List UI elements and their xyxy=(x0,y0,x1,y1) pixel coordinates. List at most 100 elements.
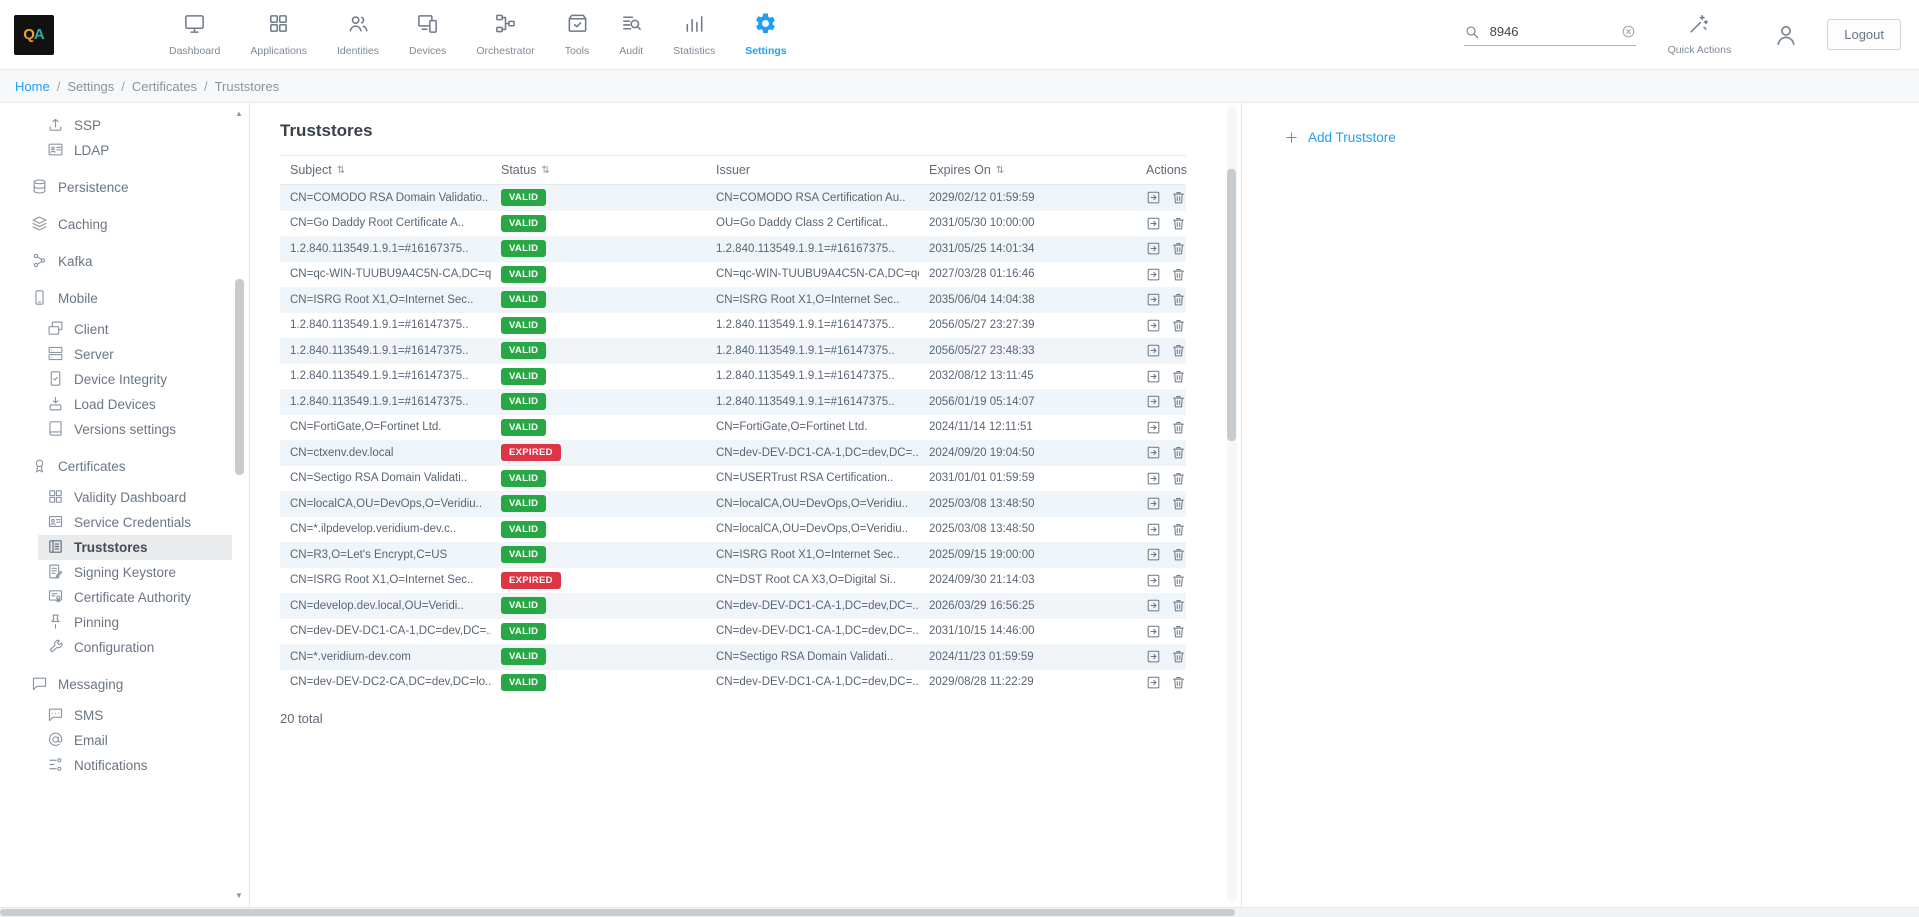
delete-truststore-icon[interactable] xyxy=(1171,624,1186,639)
sidebar-item-ssp[interactable]: SSP xyxy=(0,113,249,138)
view-truststore-icon[interactable] xyxy=(1146,496,1161,511)
sidebar-item-certificate-authority[interactable]: Certificate Authority xyxy=(0,585,249,610)
delete-truststore-icon[interactable] xyxy=(1171,241,1186,256)
delete-truststore-icon[interactable] xyxy=(1171,598,1186,613)
breadcrumb-item-certificates[interactable]: Certificates xyxy=(132,79,197,94)
top-nav-item-settings[interactable]: Settings xyxy=(730,0,801,70)
delete-truststore-icon[interactable] xyxy=(1171,394,1186,409)
delete-truststore-icon[interactable] xyxy=(1171,267,1186,282)
horizontal-scrollbar-thumb[interactable] xyxy=(0,909,1235,916)
view-truststore-icon[interactable] xyxy=(1146,471,1161,486)
view-truststore-icon[interactable] xyxy=(1146,624,1161,639)
sidebar-scroll-down-icon[interactable]: ▼ xyxy=(235,889,243,903)
column-header-actions[interactable]: Actions ⇅ xyxy=(1136,163,1187,177)
column-header-expires-on[interactable]: Expires On ⇅ xyxy=(919,163,1136,177)
view-truststore-icon[interactable] xyxy=(1146,420,1161,435)
sidebar-scrollbar-thumb[interactable] xyxy=(235,279,244,475)
logout-button[interactable]: Logout xyxy=(1827,19,1901,50)
sidebar-item-validity-dashboard[interactable]: Validity Dashboard xyxy=(0,485,249,510)
table-row[interactable]: 1.2.840.113549.1.9.1=#16167375.. VALID 1… xyxy=(280,236,1186,262)
delete-truststore-icon[interactable] xyxy=(1171,547,1186,562)
search-icon[interactable] xyxy=(1464,24,1480,40)
search-input[interactable] xyxy=(1490,24,1615,39)
horizontal-scrollbar[interactable] xyxy=(0,907,1919,917)
top-nav-item-dashboard[interactable]: Dashboard xyxy=(154,0,235,70)
delete-truststore-icon[interactable] xyxy=(1171,216,1186,231)
sidebar-item-service-credentials[interactable]: Service Credentials xyxy=(0,510,249,535)
top-nav-item-tools[interactable]: Tools xyxy=(550,0,605,70)
sort-icon[interactable]: ⇅ xyxy=(996,165,1004,176)
column-header-issuer[interactable]: Issuer ⇅ xyxy=(706,163,919,177)
table-row[interactable]: CN=dev-DEV-DC1-CA-1,DC=dev,DC=.. VALID C… xyxy=(280,619,1186,645)
view-truststore-icon[interactable] xyxy=(1146,343,1161,358)
table-row[interactable]: CN=*.ilpdevelop.veridium-dev.c.. VALID C… xyxy=(280,517,1186,543)
view-truststore-icon[interactable] xyxy=(1146,369,1161,384)
table-row[interactable]: 1.2.840.113549.1.9.1=#16147375.. VALID 1… xyxy=(280,338,1186,364)
clear-search-icon[interactable] xyxy=(1621,24,1636,39)
user-icon[interactable] xyxy=(1773,22,1799,48)
table-row[interactable]: CN=Go Daddy Root Certificate A.. VALID O… xyxy=(280,211,1186,237)
sidebar-item-device-integrity[interactable]: Device Integrity xyxy=(0,367,249,392)
top-nav-item-audit[interactable]: Audit xyxy=(604,0,658,70)
top-nav-item-statistics[interactable]: Statistics xyxy=(658,0,730,70)
sidebar-item-sms[interactable]: SMS xyxy=(0,703,249,728)
table-row[interactable]: CN=R3,O=Let's Encrypt,C=US VALID CN=ISRG… xyxy=(280,542,1186,568)
sidebar-item-caching[interactable]: Caching xyxy=(0,212,249,237)
sidebar-item-email[interactable]: Email xyxy=(0,728,249,753)
view-truststore-icon[interactable] xyxy=(1146,190,1161,205)
table-row[interactable]: CN=qc-WIN-TUUBU9A4C5N-CA,DC=qc.. VALID C… xyxy=(280,262,1186,288)
delete-truststore-icon[interactable] xyxy=(1171,369,1186,384)
sidebar-item-configuration[interactable]: Configuration xyxy=(0,635,249,660)
table-row[interactable]: CN=FortiGate,O=Fortinet Ltd. VALID CN=Fo… xyxy=(280,415,1186,441)
quick-actions-button[interactable]: Quick Actions xyxy=(1668,13,1732,56)
delete-truststore-icon[interactable] xyxy=(1171,292,1186,307)
table-row[interactable]: CN=develop.dev.local,OU=Veridi.. VALID C… xyxy=(280,593,1186,619)
view-truststore-icon[interactable] xyxy=(1146,547,1161,562)
view-truststore-icon[interactable] xyxy=(1146,445,1161,460)
view-truststore-icon[interactable] xyxy=(1146,241,1161,256)
delete-truststore-icon[interactable] xyxy=(1171,496,1186,511)
top-nav-item-orchestrator[interactable]: Orchestrator xyxy=(461,0,549,70)
breadcrumb-item-home[interactable]: Home xyxy=(15,79,50,94)
view-truststore-icon[interactable] xyxy=(1146,216,1161,231)
delete-truststore-icon[interactable] xyxy=(1171,649,1186,664)
delete-truststore-icon[interactable] xyxy=(1171,675,1186,690)
top-nav-item-applications[interactable]: Applications xyxy=(235,0,322,70)
table-row[interactable]: CN=dev-DEV-DC2-CA,DC=dev,DC=lo.. VALID C… xyxy=(280,670,1186,696)
sidebar-item-pinning[interactable]: Pinning xyxy=(0,610,249,635)
sidebar-scroll-up-icon[interactable]: ▲ xyxy=(235,107,243,121)
view-truststore-icon[interactable] xyxy=(1146,675,1161,690)
sidebar-item-mobile[interactable]: Mobile xyxy=(0,286,249,311)
table-row[interactable]: CN=ISRG Root X1,O=Internet Sec.. EXPIRED… xyxy=(280,568,1186,594)
breadcrumb-item-settings[interactable]: Settings xyxy=(67,79,114,94)
sidebar-item-certificates[interactable]: Certificates xyxy=(0,454,249,479)
sidebar-item-load-devices[interactable]: Load Devices xyxy=(0,392,249,417)
delete-truststore-icon[interactable] xyxy=(1171,573,1186,588)
delete-truststore-icon[interactable] xyxy=(1171,471,1186,486)
view-truststore-icon[interactable] xyxy=(1146,522,1161,537)
breadcrumb-item-truststores[interactable]: Truststores xyxy=(215,79,280,94)
delete-truststore-icon[interactable] xyxy=(1171,190,1186,205)
view-truststore-icon[interactable] xyxy=(1146,267,1161,282)
sidebar-item-truststores[interactable]: Truststores xyxy=(38,535,232,560)
table-row[interactable]: CN=ctxenv.dev.local EXPIRED CN=dev-DEV-D… xyxy=(280,440,1186,466)
table-row[interactable]: CN=COMODO RSA Domain Validatio.. VALID C… xyxy=(280,185,1186,211)
sidebar-item-persistence[interactable]: Persistence xyxy=(0,175,249,200)
view-truststore-icon[interactable] xyxy=(1146,598,1161,613)
main-scrollbar-thumb[interactable] xyxy=(1227,169,1236,441)
sidebar-item-notifications[interactable]: Notifications xyxy=(0,753,249,778)
table-row[interactable]: CN=ISRG Root X1,O=Internet Sec.. VALID C… xyxy=(280,287,1186,313)
main-scrollbar[interactable] xyxy=(1227,107,1237,903)
table-row[interactable]: CN=Sectigo RSA Domain Validati.. VALID C… xyxy=(280,466,1186,492)
view-truststore-icon[interactable] xyxy=(1146,394,1161,409)
sort-icon[interactable]: ⇅ xyxy=(337,165,345,176)
column-header-subject[interactable]: Subject ⇅ xyxy=(280,163,491,177)
delete-truststore-icon[interactable] xyxy=(1171,445,1186,460)
sidebar-item-signing-keystore[interactable]: Signing Keystore xyxy=(0,560,249,585)
sidebar-item-ldap[interactable]: LDAP xyxy=(0,138,249,163)
view-truststore-icon[interactable] xyxy=(1146,649,1161,664)
sidebar-scrollbar-track[interactable] xyxy=(235,121,244,889)
sidebar-item-messaging[interactable]: Messaging xyxy=(0,672,249,697)
sort-icon[interactable]: ⇅ xyxy=(541,165,549,176)
sidebar-item-kafka[interactable]: Kafka xyxy=(0,249,249,274)
